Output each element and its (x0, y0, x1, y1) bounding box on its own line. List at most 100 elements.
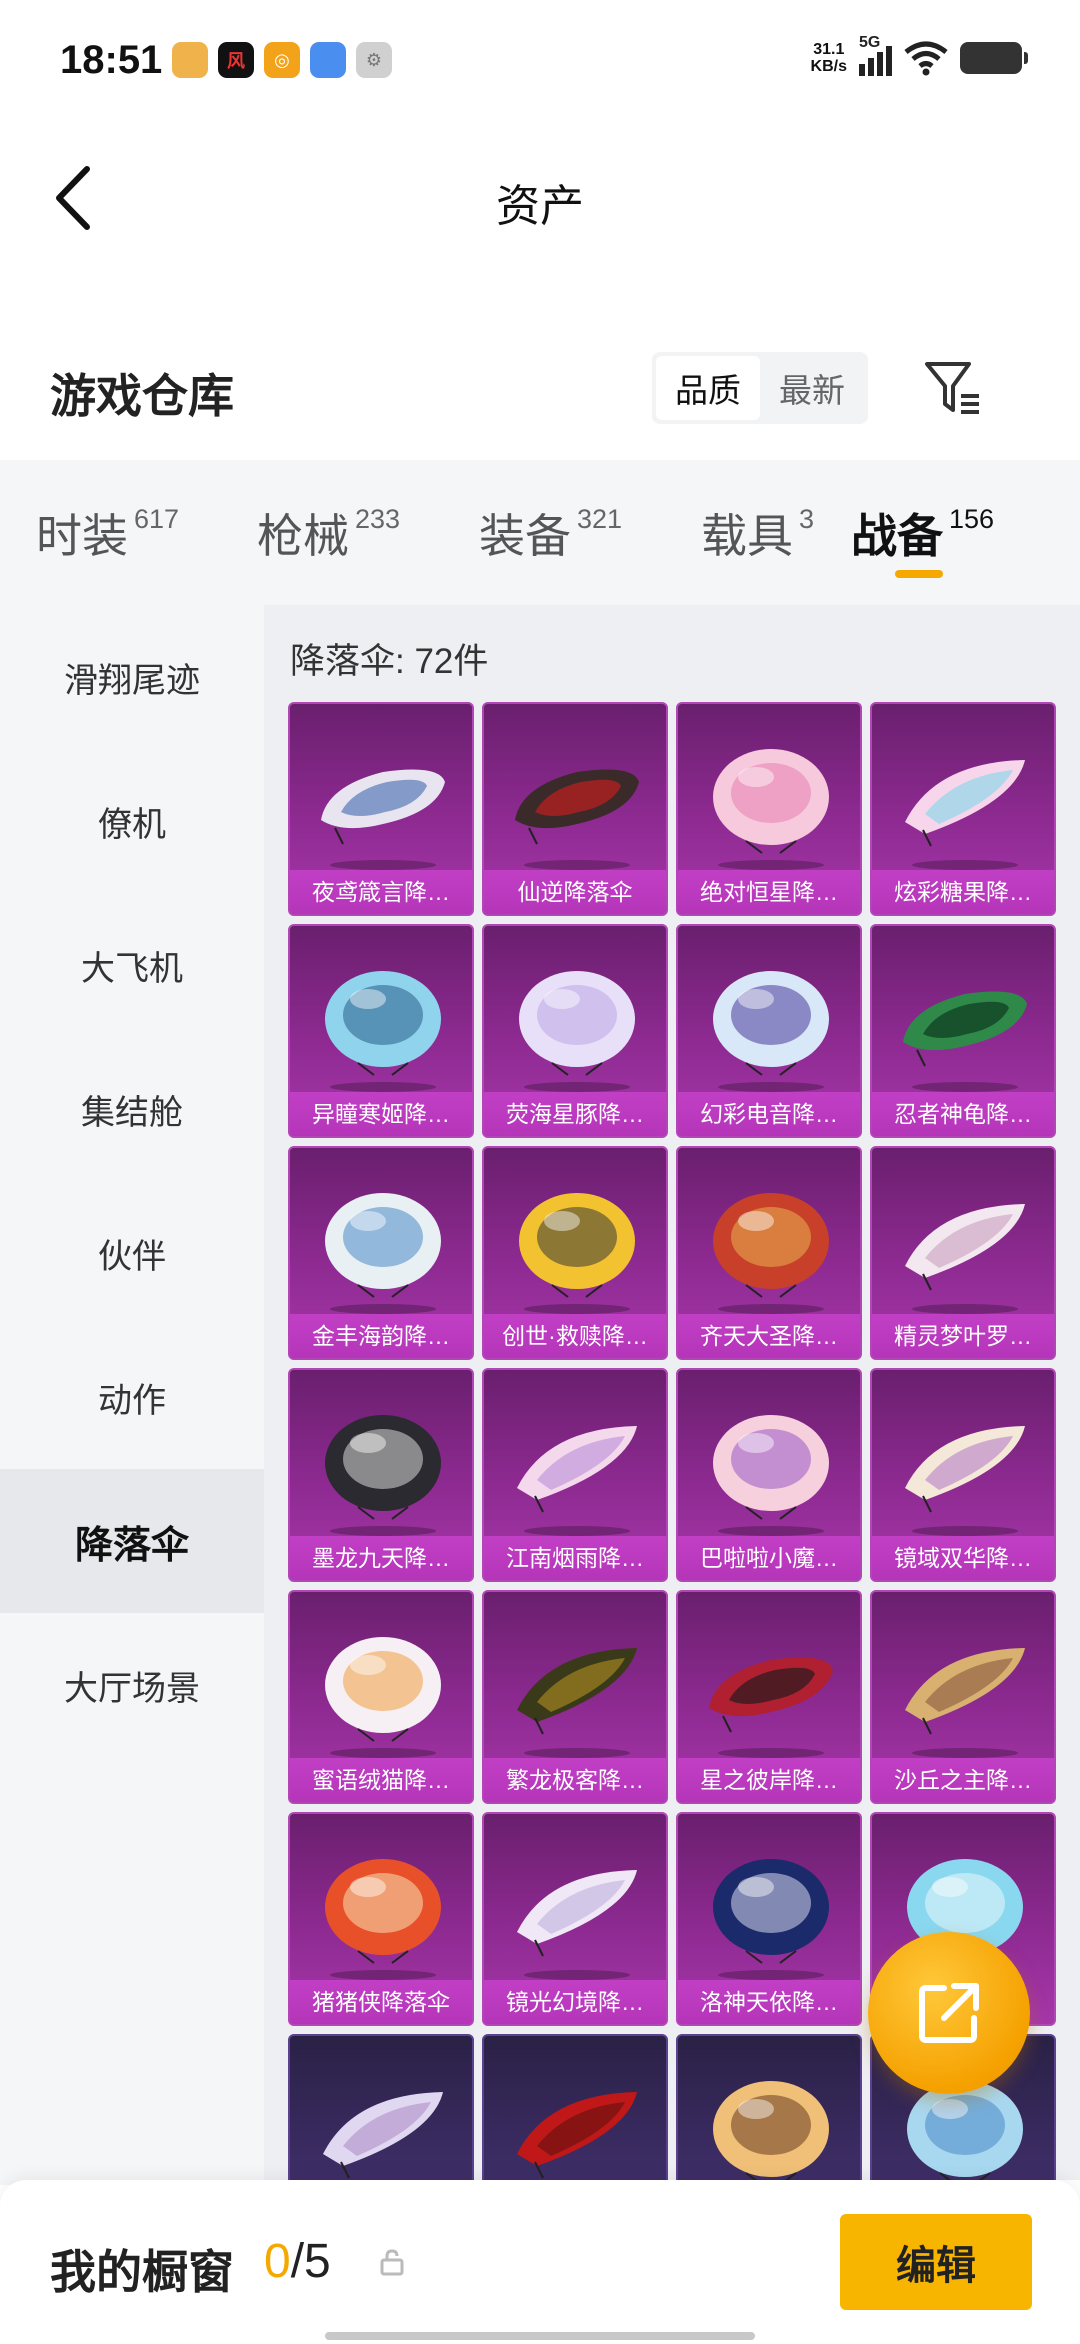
parachute-item-card[interactable]: 创世·救赎降… (482, 1146, 668, 1360)
item-name: 创世·救赎降… (484, 1314, 666, 1358)
item-name: 墨龙九天降… (290, 1536, 472, 1580)
tab-war-gear[interactable]: 战备 156 (851, 460, 1011, 605)
sort-by-newest-button[interactable]: 最新 (760, 356, 864, 420)
item-name: 镜域双华降… (872, 1536, 1054, 1580)
parachute-item-card[interactable]: 镜光幻境降… (482, 1812, 668, 2026)
settings-notification-icon: ⚙ (356, 42, 392, 78)
filter-button[interactable] (920, 356, 986, 422)
parachute-item-card[interactable] (288, 2034, 474, 2180)
sort-by-quality-button[interactable]: 品质 (656, 356, 760, 420)
sidebar-item-emote[interactable]: 动作 (0, 1325, 264, 1469)
parachute-item-card[interactable]: 星之彼岸降… (676, 1590, 862, 1804)
tab-vehicles[interactable]: 载具 3 (701, 460, 829, 605)
category-tabs: 时装 617 枪械 233 装备 321 载具 3 战备 156 (0, 460, 1080, 605)
network-speed-value: 31.1 (813, 41, 845, 58)
parachute-item-card[interactable]: 沙丘之主降… (870, 1590, 1056, 1804)
sidebar-item-lobby-scene[interactable]: 大厅场景 (0, 1613, 264, 1757)
parachute-item-card[interactable]: 异瞳寒姬降… (288, 924, 474, 1138)
sidebar-item-wingman[interactable]: 僚机 (0, 749, 264, 893)
parachute-item-card[interactable]: 镜域双华降… (870, 1368, 1056, 1582)
parachute-item-card[interactable]: 巴啦啦小魔… (676, 1368, 862, 1582)
item-name: 精灵梦叶罗… (872, 1314, 1054, 1358)
parachute-item-card[interactable]: 江南烟雨降… (482, 1368, 668, 1582)
parachute-item-card[interactable] (482, 2034, 668, 2180)
nav-bar: 资产 (0, 120, 1080, 280)
showcase-used: 0 (264, 2235, 291, 2288)
item-shadow (330, 1526, 436, 1536)
tab-label: 时装 (36, 510, 128, 562)
item-shadow (330, 860, 436, 870)
parachute-item-card[interactable]: 金丰海韵降… (288, 1146, 474, 1360)
parachute-item-card[interactable]: 仙逆降落伞 (482, 702, 668, 916)
item-name: 金丰海韵降… (290, 1314, 472, 1358)
item-shadow (718, 1970, 824, 1980)
parachute-item-card[interactable]: 夜鸢箴言降… (288, 702, 474, 916)
parachute-item-card[interactable]: 幻彩电音降… (676, 924, 862, 1138)
filter-icon (925, 362, 979, 414)
parachute-image (698, 2064, 844, 2180)
warehouse-header: 游戏仓库 品质 最新 (0, 330, 1080, 460)
item-shadow (912, 860, 1018, 870)
sidebar-item-plane[interactable]: 大飞机 (0, 893, 264, 1037)
sidebar-item-companion[interactable]: 伙伴 (0, 1181, 264, 1325)
parachute-item-card[interactable]: 洛神天依降… (676, 1812, 862, 2026)
item-shadow (912, 1526, 1018, 1536)
parachute-image (698, 1398, 844, 1528)
signal-label: 5G (859, 34, 881, 51)
status-bar: 18:51 风 ◎ ⚙ 31.1 KB/s 5G (0, 0, 1080, 120)
parachute-item-card[interactable]: 齐天大圣降… (676, 1146, 862, 1360)
item-shadow (718, 1748, 824, 1758)
parachute-item-card[interactable] (676, 2034, 862, 2180)
tab-fashion[interactable]: 时装 617 (36, 460, 184, 605)
share-external-icon (919, 1983, 979, 2043)
parachute-image (698, 1620, 844, 1750)
parachute-image (892, 1620, 1038, 1750)
item-shadow (524, 1526, 630, 1536)
sidebar-item-parachute[interactable]: 降落伞 (0, 1469, 264, 1613)
tab-label: 枪械 (257, 510, 349, 562)
parachute-item-card[interactable]: 猪猪侠降落伞 (288, 1812, 474, 2026)
status-app-icons: 风 ◎ ⚙ (172, 42, 392, 78)
parachute-item-card[interactable]: 炫彩糖果降… (870, 702, 1056, 916)
item-name: 齐天大圣降… (678, 1314, 860, 1358)
parachute-item-card[interactable]: 荧海星豚降… (482, 924, 668, 1138)
parachute-item-card[interactable]: 繁龙极客降… (482, 1590, 668, 1804)
sidebar-item-assembly-pod[interactable]: 集结舱 (0, 1037, 264, 1181)
parachute-image (504, 1620, 650, 1750)
tab-guns[interactable]: 枪械 233 (257, 460, 405, 605)
parachute-image (504, 1842, 650, 1972)
item-name: 仙逆降落伞 (484, 870, 666, 914)
parachute-image (504, 954, 650, 1084)
parachute-image (504, 732, 650, 862)
tab-count: 321 (577, 504, 623, 534)
item-shadow (912, 1304, 1018, 1314)
parachute-item-card[interactable]: 忍者神龟降… (870, 924, 1056, 1138)
status-indicators: 31.1 KB/s 5G (811, 34, 1028, 76)
parachute-item-card[interactable]: 绝对恒星降… (676, 702, 862, 916)
lock-icon (380, 2249, 404, 2276)
item-name: 夜鸢箴言降… (290, 870, 472, 914)
parachute-item-card[interactable]: 精灵梦叶罗… (870, 1146, 1056, 1360)
parachute-image (310, 1176, 456, 1306)
share-button[interactable] (868, 1932, 1030, 2094)
parachute-image (892, 732, 1038, 862)
parachute-item-card[interactable]: 墨龙九天降… (288, 1368, 474, 1582)
parachute-image (310, 1620, 456, 1750)
app-notification-icon: 风 (218, 42, 254, 78)
tab-count: 3 (799, 504, 815, 534)
item-name: 巴啦啦小魔… (678, 1536, 860, 1580)
status-time: 18:51 (60, 38, 163, 82)
edit-button[interactable]: 编辑 (840, 2214, 1032, 2310)
tab-count: 233 (355, 504, 401, 534)
parachute-image (504, 1398, 650, 1528)
tab-equipment[interactable]: 装备 321 (479, 460, 627, 605)
app-notification-icon (172, 42, 208, 78)
parachute-image (310, 2064, 456, 2180)
sidebar-item-glide-trail[interactable]: 滑翔尾迹 (0, 605, 264, 749)
item-shadow (330, 1748, 436, 1758)
parachute-image (698, 732, 844, 862)
signal-icon: 5G (859, 34, 892, 76)
parachute-item-card[interactable]: 蜜语绒猫降… (288, 1590, 474, 1804)
home-indicator (325, 2332, 755, 2340)
app-notification-icon (310, 42, 346, 78)
